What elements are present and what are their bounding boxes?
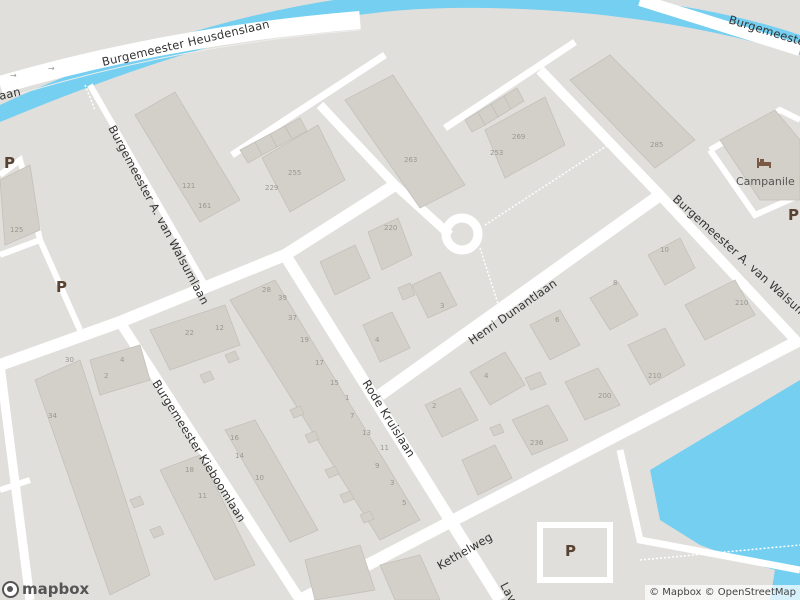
road-heusdenslaan-right <box>638 0 800 56</box>
svg-text:269: 269 <box>512 133 525 141</box>
svg-text:125: 125 <box>10 226 23 234</box>
svg-text:13: 13 <box>362 429 371 437</box>
parking-icon: P <box>4 154 15 172</box>
svg-text:22: 22 <box>185 329 194 337</box>
svg-text:3: 3 <box>440 302 444 310</box>
svg-text:6: 6 <box>555 316 560 324</box>
svg-text:220: 220 <box>384 224 397 232</box>
svg-text:255: 255 <box>288 169 301 177</box>
svg-text:2: 2 <box>432 402 436 410</box>
svg-text:121: 121 <box>182 182 195 190</box>
road-walsumlaan-right <box>536 66 800 349</box>
svg-text:14: 14 <box>235 452 244 460</box>
svg-text:→: → <box>48 64 55 73</box>
svg-text:7: 7 <box>350 412 354 420</box>
svg-text:10: 10 <box>255 474 264 482</box>
mapbox-logo-icon <box>2 580 19 598</box>
svg-text:4: 4 <box>375 336 380 344</box>
parking-icon: P <box>788 206 799 224</box>
svg-text:9: 9 <box>375 462 379 470</box>
parking-icon: P <box>565 542 576 560</box>
mapbox-logo-text: mapbox <box>22 580 90 598</box>
svg-text:200: 200 <box>598 392 611 400</box>
svg-text:2: 2 <box>104 372 108 380</box>
svg-text:12: 12 <box>215 324 224 332</box>
svg-text:236: 236 <box>530 439 544 447</box>
svg-text:15: 15 <box>330 379 339 387</box>
map-layer: 121 161 229 255 263 253 269 285 220 3 4 … <box>0 0 800 600</box>
svg-text:16: 16 <box>230 434 239 442</box>
svg-text:37: 37 <box>288 314 297 322</box>
svg-text:28: 28 <box>262 286 271 294</box>
mapbox-logo[interactable]: mapbox <box>2 580 89 598</box>
svg-text:4: 4 <box>120 356 125 364</box>
svg-text:253: 253 <box>490 149 503 157</box>
svg-text:17: 17 <box>315 359 324 367</box>
svg-text:11: 11 <box>198 492 207 500</box>
svg-text:263: 263 <box>404 156 417 164</box>
svg-text:18: 18 <box>185 466 194 474</box>
svg-text:→: → <box>10 71 17 80</box>
svg-text:30: 30 <box>65 356 74 364</box>
attribution: © Mapbox © OpenStreetMap <box>645 585 800 600</box>
svg-text:229: 229 <box>265 184 278 192</box>
svg-text:3: 3 <box>390 479 394 487</box>
svg-text:5: 5 <box>402 499 406 507</box>
svg-text:210: 210 <box>735 299 748 307</box>
label-heusdenslaan: Burgemeester Heusdenslaan <box>101 17 271 69</box>
poi-hotel-label: Campanile <box>736 175 795 188</box>
svg-text:8: 8 <box>613 279 617 287</box>
svg-text:39: 39 <box>278 294 287 302</box>
svg-text:1: 1 <box>345 394 349 402</box>
svg-text:210: 210 <box>648 372 661 380</box>
svg-text:4: 4 <box>484 372 489 380</box>
attribution-mapbox-link[interactable]: © Mapbox <box>649 587 701 598</box>
parking-icon: P <box>56 278 67 296</box>
attribution-osm-link[interactable]: © OpenStreetMap <box>705 587 796 598</box>
svg-text:161: 161 <box>198 202 211 210</box>
svg-text:19: 19 <box>300 336 309 344</box>
svg-text:11: 11 <box>380 444 389 452</box>
svg-text:10: 10 <box>660 246 669 254</box>
map-canvas[interactable]: 121 161 229 255 263 253 269 285 220 3 4 … <box>0 0 800 600</box>
svg-text:34: 34 <box>48 412 57 420</box>
svg-text:285: 285 <box>650 141 663 149</box>
